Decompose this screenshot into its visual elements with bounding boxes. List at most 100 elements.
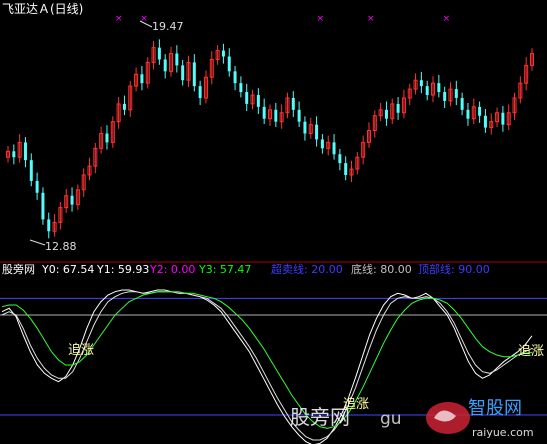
candle [198, 80, 202, 106]
candle [29, 153, 33, 187]
watermark-brand: 智股网 [468, 398, 522, 419]
candle [75, 184, 80, 210]
candle [349, 160, 354, 183]
candle [401, 89, 406, 119]
candle [128, 80, 133, 117]
candle [489, 113, 494, 135]
candle [105, 125, 109, 150]
candle [99, 126, 104, 154]
candle [192, 54, 196, 92]
signal-marker-icon: × [317, 14, 325, 24]
stock-title: 飞亚达Ａ(日线) [2, 2, 83, 16]
candle [279, 104, 284, 129]
candle [361, 135, 366, 165]
candle [466, 103, 470, 126]
candle [443, 86, 447, 109]
candle [116, 97, 121, 129]
candle [425, 80, 429, 101]
candle [355, 151, 360, 175]
candle [233, 65, 237, 91]
candle [215, 45, 220, 65]
candle [431, 76, 436, 103]
candle [274, 103, 278, 128]
candle [250, 89, 255, 110]
candle [262, 98, 266, 125]
indicator-value-6: 顶部线: 90.00 [418, 262, 490, 276]
candle [437, 74, 441, 98]
candle [384, 101, 388, 126]
candle [518, 76, 523, 104]
candle [471, 98, 476, 125]
candle [87, 157, 92, 181]
candlestick-series [6, 39, 534, 239]
candle [140, 65, 144, 91]
candle [81, 168, 86, 197]
candle [181, 60, 185, 86]
candle [483, 108, 487, 133]
candle [530, 48, 534, 71]
indicator-value-5: 底线: 80.00 [351, 262, 412, 276]
indicator-name: 股旁网 [2, 262, 35, 276]
candle [41, 187, 45, 225]
candle [285, 92, 290, 119]
candle [512, 92, 517, 120]
candle [378, 103, 383, 122]
candle [291, 91, 295, 117]
candle [320, 134, 324, 154]
candle [93, 142, 98, 174]
candle [134, 67, 139, 92]
watermark-logo-icon [426, 402, 470, 434]
candle [495, 107, 500, 128]
candle [506, 104, 511, 130]
signal-marker-icon: × [115, 14, 123, 24]
candle [366, 122, 371, 148]
watermark: 股旁网 gu 智股网 raiyue.com [290, 398, 534, 439]
candle [23, 137, 27, 168]
candle [245, 83, 249, 112]
signal-marker-icon: × [367, 14, 375, 24]
candle [344, 156, 348, 181]
high-label: 19.47 [152, 20, 184, 33]
candle [163, 54, 167, 79]
candle [390, 98, 395, 125]
candle [372, 110, 377, 138]
candle [221, 43, 225, 64]
candle [12, 144, 16, 165]
candle [145, 57, 150, 89]
candle [297, 101, 301, 128]
annotation-chase-1: 追涨 [68, 342, 94, 358]
watermark-mid-text: gu [380, 409, 402, 429]
candle [338, 148, 342, 171]
candle [52, 214, 57, 237]
candle [175, 45, 179, 73]
indicator-value-4: 超卖线: 20.00 [271, 262, 343, 276]
candle [58, 202, 63, 230]
candle [110, 116, 115, 148]
candle [419, 71, 423, 94]
low-marker: 12.88 [29, 239, 77, 253]
watermark-left-text: 股旁网 [290, 405, 350, 429]
candle [460, 92, 464, 116]
candle [256, 88, 260, 114]
candle [454, 80, 458, 106]
candle [268, 104, 272, 126]
indicator-values: Y0: 67.54 Y1: 59.93 Y2: 0.00 Y3: 57.47 超卖线: … [41, 262, 490, 276]
candle [64, 188, 69, 213]
candle [308, 117, 313, 139]
chart-stage: 飞亚达Ａ(日线) ×××××××××××××××××××× 19.47 12.8… [0, 2, 547, 444]
candle [478, 101, 482, 123]
candle [326, 135, 331, 156]
candle [303, 116, 307, 141]
candle [407, 83, 412, 106]
candle [151, 40, 156, 70]
candle [157, 39, 161, 65]
candle [448, 82, 453, 107]
candle [169, 46, 174, 77]
candle [239, 76, 243, 98]
candle [315, 116, 319, 147]
candle [396, 97, 400, 120]
candle [186, 55, 191, 88]
candle [227, 48, 231, 77]
indicator-value-3: Y3: 57.47 [198, 263, 251, 276]
indicator-value-1: Y1: 59.93 [96, 263, 149, 276]
